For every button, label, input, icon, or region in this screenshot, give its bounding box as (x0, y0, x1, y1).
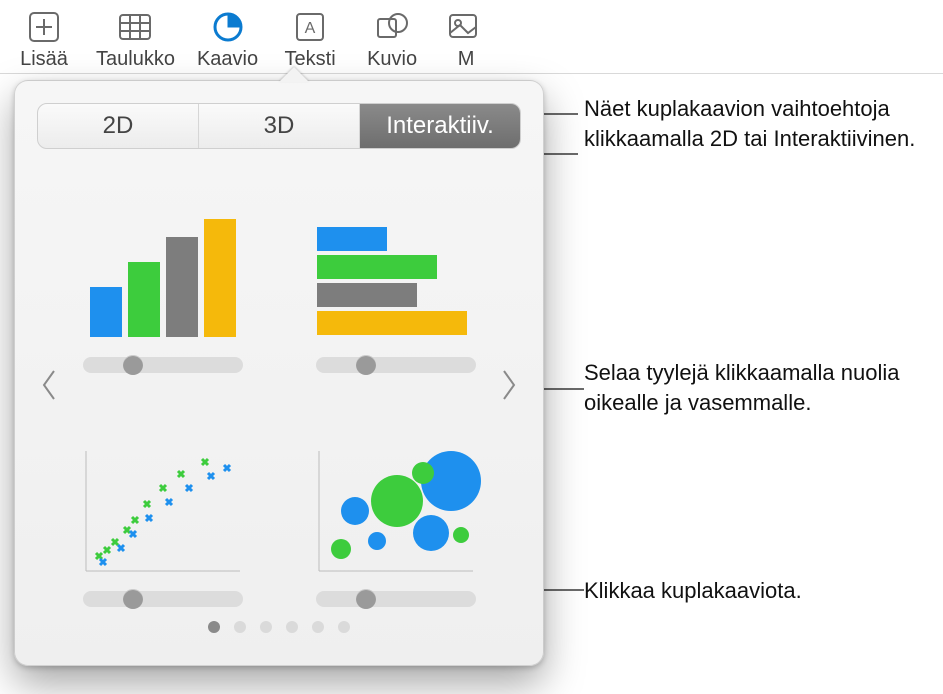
chart-thumbnail-grid (37, 167, 521, 607)
toolbar-text[interactable]: A Teksti (274, 6, 346, 73)
chart-icon (206, 8, 250, 46)
page-dot[interactable] (312, 621, 324, 633)
shape-icon (370, 8, 414, 46)
bubble-chart-option[interactable] (294, 401, 497, 607)
horizontal-bar-chart-icon (311, 207, 481, 347)
callout-click-bubble: Klikkaa kuplakaaviota. (584, 576, 924, 606)
toolbar-media[interactable]: M (438, 6, 494, 73)
toolbar-table[interactable]: Taulukko (90, 6, 181, 73)
toolbar-chart[interactable]: Kaavio (191, 6, 264, 73)
column-chart-option[interactable] (61, 167, 264, 373)
chevron-right-icon (500, 367, 518, 408)
page-dot[interactable] (260, 621, 272, 633)
tab-interactive[interactable]: Interaktiiv. (359, 104, 520, 148)
main-toolbar: Lisää Taulukko Kaavio A Teksti Kuvio M (0, 0, 943, 74)
toolbar-insert[interactable]: Lisää (8, 6, 80, 73)
toolbar-label: M (458, 48, 475, 71)
media-icon (444, 8, 488, 46)
page-dot[interactable] (234, 621, 246, 633)
scatter-chart-icon (78, 441, 248, 581)
page-dots[interactable] (37, 621, 521, 633)
style-slider[interactable] (316, 591, 476, 607)
previous-style-button[interactable] (33, 363, 65, 411)
callout-layer: Näet kuplakaavion vaihtoehtoja klikkaama… (550, 80, 930, 680)
column-chart-icon (78, 207, 248, 347)
table-icon (113, 8, 157, 46)
style-slider[interactable] (316, 357, 476, 373)
plus-icon (22, 8, 66, 46)
callout-scroll-styles: Selaa tyylejä klikkaamalla nuolia oikeal… (584, 358, 924, 417)
chevron-left-icon (40, 367, 58, 408)
style-slider[interactable] (83, 357, 243, 373)
toolbar-label: Lisää (20, 48, 68, 71)
next-style-button[interactable] (493, 363, 525, 411)
page-dot[interactable] (208, 621, 220, 633)
page-dot[interactable] (338, 621, 350, 633)
svg-text:A: A (305, 20, 316, 37)
callout-bubble-options: Näet kuplakaavion vaihtoehtoja klikkaama… (584, 94, 943, 153)
scatter-chart-option[interactable] (61, 401, 264, 607)
style-slider[interactable] (83, 591, 243, 607)
toolbar-label: Kuvio (367, 48, 417, 71)
toolbar-shape[interactable]: Kuvio (356, 6, 428, 73)
toolbar-label: Kaavio (197, 48, 258, 71)
text-icon: A (288, 8, 332, 46)
bubble-chart-icon (311, 441, 481, 581)
toolbar-label: Taulukko (96, 48, 175, 71)
chart-popover: 2D 3D Interaktiiv. (14, 80, 544, 666)
tab-2d[interactable]: 2D (38, 104, 198, 148)
horizontal-bar-chart-option[interactable] (294, 167, 497, 373)
page-dot[interactable] (286, 621, 298, 633)
tab-3d[interactable]: 3D (198, 104, 359, 148)
chart-type-tabs: 2D 3D Interaktiiv. (37, 103, 521, 149)
